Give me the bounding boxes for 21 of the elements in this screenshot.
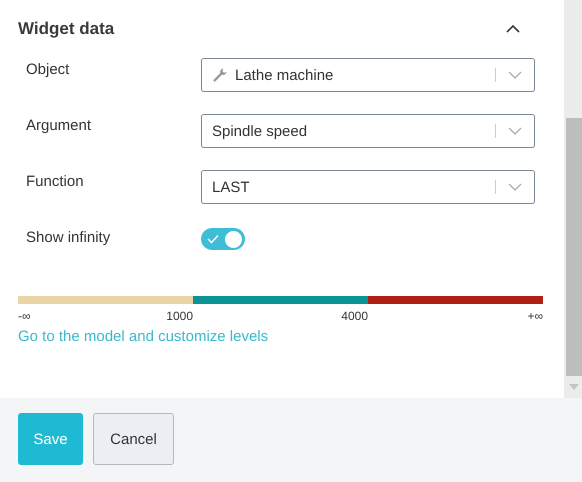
caret-icon [508, 183, 522, 191]
caret-icon [508, 127, 522, 135]
caret-icon [508, 71, 522, 79]
toggle-switch[interactable] [201, 228, 245, 250]
dropdown-field[interactable]: Spindle speed [201, 114, 535, 148]
section-title: Widget data [18, 19, 114, 39]
scrollbar-drawing[interactable] [564, 0, 582, 398]
level-tick-label: -∞ [18, 309, 31, 323]
wrench-icon [212, 67, 228, 83]
level-tick-label: +∞ [527, 309, 543, 323]
cancel-button[interactable]: Cancel [93, 413, 174, 465]
field-label: Argument [26, 116, 92, 134]
dropdown-field[interactable]: Lathe machine [201, 58, 535, 92]
level-tick-label: 4000 [341, 309, 368, 323]
dropdown-field[interactable]: LAST [201, 170, 535, 204]
checkmark-icon [207, 234, 219, 244]
field-label: Object [26, 60, 70, 78]
toggle-label: Show infinity [26, 228, 112, 246]
field-label: Function [26, 172, 85, 190]
level-tick-label: 1000 [166, 309, 193, 323]
collapse-chevron-icon[interactable] [505, 24, 521, 34]
